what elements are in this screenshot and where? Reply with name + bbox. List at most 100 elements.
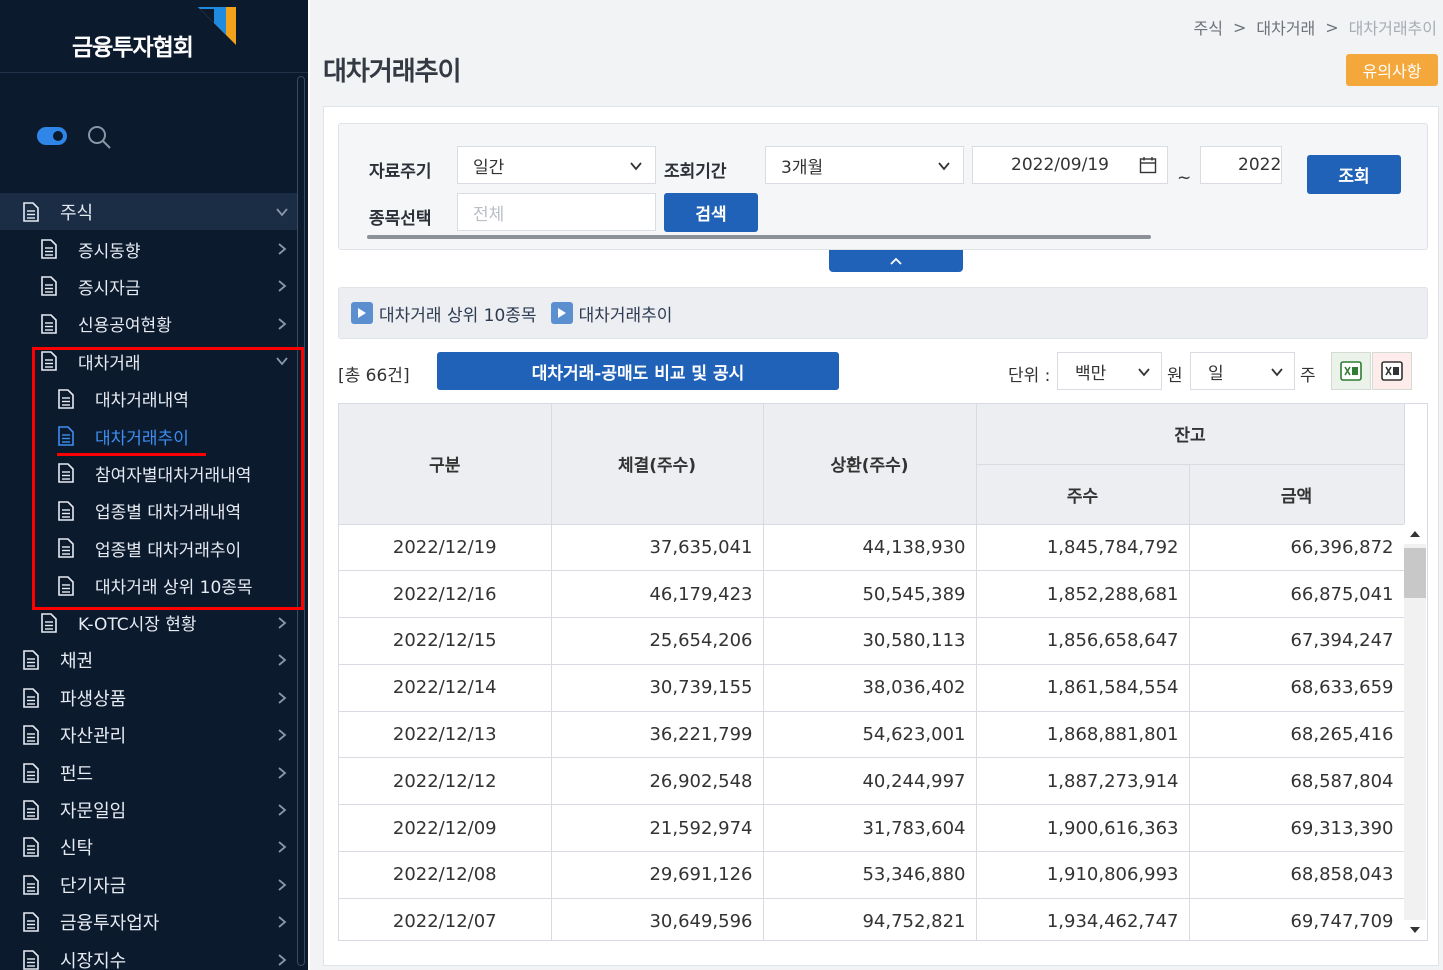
document-icon — [22, 762, 40, 783]
compare-short-selling-button[interactable]: 대차거래-공매도 비교 및 공시 — [437, 352, 839, 390]
unit-amount-select[interactable]: 백만 — [1057, 352, 1162, 390]
cell-date: 2022/12/15 — [339, 617, 552, 665]
sidebar-item[interactable]: 파생상품 — [0, 679, 297, 716]
sidebar-scrollbar[interactable] — [297, 76, 305, 966]
sidebar-item[interactable]: 시장지수 — [0, 941, 297, 970]
link-top10-lending[interactable]: 대차거래 상위 10종목 — [351, 301, 537, 326]
cell-executed: 46,179,423 — [551, 570, 764, 619]
period-select[interactable]: 일간 — [457, 146, 656, 184]
breadcrumb-item-current: 대차거래추이 — [1348, 19, 1437, 38]
cell-balance-amount: 67,394,247 — [1189, 617, 1405, 665]
cell-executed: 36,221,799 — [551, 711, 764, 759]
chevron-right-icon — [278, 654, 287, 667]
sidebar-item[interactable]: 증시자금 — [0, 268, 297, 305]
sidebar-item[interactable]: 자산관리 — [0, 716, 297, 753]
date-from-field[interactable]: 2022/09/19 — [972, 146, 1168, 184]
document-icon — [22, 874, 40, 895]
sidebar-item[interactable]: 펀드 — [0, 754, 297, 791]
cell-date: 2022/12/14 — [339, 664, 552, 712]
site-logo[interactable]: 금융투자협회 — [72, 28, 194, 62]
chevron-down-icon — [630, 162, 642, 171]
cell-executed: 29,691,126 — [551, 851, 764, 899]
sidebar-item-label: 파생상품 — [60, 688, 127, 710]
sidebar-item[interactable]: 주식 — [0, 193, 297, 231]
sidebar-item-label: 증시동향 — [78, 241, 141, 262]
date-to-field[interactable]: 2022 — [1200, 146, 1282, 184]
sidebar-item[interactable]: 참여자별대차거래내역 — [0, 455, 297, 492]
sidebar-item[interactable]: 업종별 대차거래추이 — [0, 530, 297, 567]
unit-shares-select[interactable]: 일 — [1190, 352, 1295, 390]
document-icon — [22, 201, 40, 222]
sidebar-item[interactable]: 대차거래추이 — [0, 417, 297, 454]
chevron-right-icon — [278, 318, 287, 330]
sidebar-toggle[interactable] — [37, 127, 67, 145]
sidebar-item-label: 대차거래 상위 10종목 — [95, 578, 253, 599]
cell-balance-shares: 1,900,616,363 — [976, 804, 1190, 853]
filter-horizontal-scrollbar[interactable] — [367, 235, 1151, 239]
content-panel: 자료주기 일간 조회기간 3개월 2022/09/19 ~ 2022 조회 종목… — [323, 106, 1439, 966]
query-button[interactable]: 조회 — [1307, 155, 1401, 194]
sidebar-item[interactable]: 업종별 대차거래내역 — [0, 492, 297, 529]
sidebar-item[interactable]: 채권 — [0, 642, 297, 679]
cell-repaid: 38,036,402 — [763, 664, 977, 712]
table-body: 2022/12/19 37,635,041 44,138,930 1,845,784,… — [339, 524, 1405, 940]
scroll-down-icon[interactable] — [1409, 924, 1421, 936]
breadcrumb-separator: > — [1232, 17, 1247, 37]
table-scrollbar[interactable] — [1404, 524, 1426, 940]
cell-repaid: 54,623,001 — [763, 711, 977, 759]
chevron-up-icon — [890, 257, 902, 265]
unit-amount-value: 백만 — [1075, 363, 1107, 384]
sidebar-item-label: 대차거래내역 — [95, 391, 189, 412]
cell-repaid: 44,138,930 — [763, 524, 977, 572]
period-select-value: 일간 — [473, 157, 505, 178]
date-from-value: 2022/09/19 — [1011, 155, 1109, 175]
scrollbar-track[interactable] — [1404, 544, 1426, 920]
logo-mark-icon — [198, 7, 236, 45]
chevron-down-icon — [1138, 368, 1150, 377]
cell-balance-amount: 68,265,416 — [1189, 711, 1405, 759]
cell-executed: 21,592,974 — [551, 804, 764, 853]
cell-balance-amount: 68,858,043 — [1189, 851, 1405, 899]
cell-balance-amount: 68,587,804 — [1189, 757, 1405, 806]
sidebar-item[interactable]: 신탁 — [0, 829, 297, 866]
document-icon — [40, 239, 58, 259]
cell-date: 2022/12/12 — [339, 757, 552, 806]
cell-repaid: 53,346,880 — [763, 851, 977, 899]
chevron-right-icon — [278, 766, 287, 779]
sidebar-item[interactable]: 증시동향 — [0, 230, 297, 267]
document-icon — [22, 650, 40, 671]
calendar-icon[interactable] — [1139, 156, 1157, 174]
excel-download-icon[interactable] — [1331, 352, 1371, 390]
collapse-filter-button[interactable] — [829, 250, 963, 272]
link-lending-trend[interactable]: 대차거래추이 — [550, 301, 672, 326]
sidebar-item[interactable]: 대차거래 — [0, 343, 297, 380]
sidebar-item[interactable]: K-OTC시장 현황 — [0, 604, 297, 641]
scrollbar-thumb[interactable] — [1404, 548, 1426, 598]
sidebar-item-label: 대차거래 — [78, 353, 141, 374]
cell-repaid: 50,545,389 — [763, 570, 977, 619]
cell-balance-shares: 1,856,658,647 — [976, 617, 1190, 665]
range-select-value: 3개월 — [781, 157, 824, 178]
search-button[interactable]: 검색 — [664, 193, 758, 232]
play-icon — [550, 302, 573, 324]
scroll-up-icon[interactable] — [1409, 528, 1421, 540]
search-icon[interactable] — [86, 124, 112, 150]
breadcrumb-item-lending[interactable]: 대차거래 — [1256, 15, 1315, 39]
sidebar-item[interactable]: 금융투자업자 — [0, 903, 297, 940]
sidebar-item[interactable]: 대차거래 상위 10종목 — [0, 567, 297, 604]
unit-won-label: 원 — [1167, 366, 1183, 386]
sidebar-item[interactable]: 자문일임 — [0, 791, 297, 828]
sidebar-item[interactable]: 신용공여현황 — [0, 305, 297, 342]
chevron-down-icon — [276, 208, 288, 217]
document-icon — [57, 575, 75, 596]
notice-button[interactable]: 유의사항 — [1346, 54, 1438, 86]
document-icon — [22, 687, 40, 708]
sidebar-item[interactable]: 단기자금 — [0, 866, 297, 903]
xls-download-icon[interactable] — [1372, 352, 1412, 390]
sidebar-item[interactable]: 대차거래내역 — [0, 380, 297, 417]
range-select[interactable]: 3개월 — [765, 146, 964, 184]
cell-date: 2022/12/16 — [339, 570, 552, 619]
breadcrumb-item-stocks[interactable]: 주식 — [1194, 15, 1223, 39]
cell-executed: 30,739,155 — [551, 664, 764, 712]
stock-input[interactable]: 전체 — [457, 193, 656, 231]
